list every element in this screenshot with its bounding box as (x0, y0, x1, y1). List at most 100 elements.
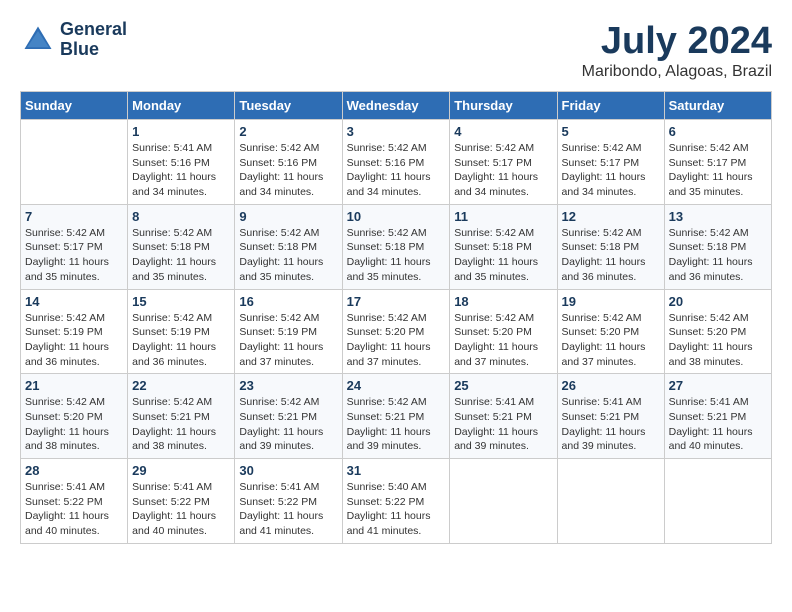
column-header-saturday: Saturday (664, 92, 771, 120)
day-number: 15 (132, 294, 230, 309)
day-info: Sunrise: 5:42 AM Sunset: 5:21 PM Dayligh… (239, 395, 337, 454)
calendar-cell: 26Sunrise: 5:41 AM Sunset: 5:21 PM Dayli… (557, 374, 664, 459)
day-info: Sunrise: 5:40 AM Sunset: 5:22 PM Dayligh… (347, 480, 446, 539)
calendar-week-2: 7Sunrise: 5:42 AM Sunset: 5:17 PM Daylig… (21, 204, 772, 289)
calendar-cell: 20 Sunrise: 5:42 AM Sunset: 5:20 PM Dayli… (664, 289, 771, 374)
day-info: Sunrise: 5:42 AM Sunset: 5:17 PM Dayligh… (562, 141, 660, 200)
calendar-cell: 13 Sunrise: 5:42 AM Sunset: 5:18 PM Dayli… (664, 204, 771, 289)
calendar-week-3: 14 Sunrise: 5:42 AM Sunset: 5:19 PM Dayli… (21, 289, 772, 374)
day-info: Sunrise: 5:42 AM Sunset: 5:18 PM Dayligh… (239, 226, 337, 285)
column-header-friday: Friday (557, 92, 664, 120)
calendar-cell: 30Sunrise: 5:41 AM Sunset: 5:22 PM Dayli… (235, 459, 342, 544)
calendar-week-1: 1 Sunrise: 5:41 AM Sunset: 5:16 PM Daylig… (21, 120, 772, 205)
calendar-cell: 11 Sunrise: 5:42 AM Sunset: 5:18 PM Dayli… (450, 204, 557, 289)
subtitle: Maribondo, Alagoas, Brazil (582, 63, 772, 81)
calendar-cell: 21 Sunrise: 5:42 AM Sunset: 5:20 PM Dayli… (21, 374, 128, 459)
day-info: Sunrise: 5:42 AM Sunset: 5:19 PM Dayligh… (239, 311, 337, 370)
column-header-thursday: Thursday (450, 92, 557, 120)
day-number: 21 (25, 378, 123, 393)
day-info: Sunrise: 5:42 AM Sunset: 5:18 PM Dayligh… (562, 226, 660, 285)
calendar-cell (450, 459, 557, 544)
day-info: Sunrise: 5:42 AM Sunset: 5:20 PM Dayligh… (454, 311, 552, 370)
day-info: Sunrise: 5:42 AM Sunset: 5:16 PM Dayligh… (347, 141, 446, 200)
day-number: 12 (562, 209, 660, 224)
day-number: 28 (25, 463, 123, 478)
day-info: Sunrise: 5:42 AM Sunset: 5:18 PM Dayligh… (132, 226, 230, 285)
title-block: July 2024 Maribondo, Alagoas, Brazil (582, 20, 772, 81)
day-info: Sunrise: 5:42 AM Sunset: 5:20 PM Dayligh… (347, 311, 446, 370)
day-number: 29 (132, 463, 230, 478)
day-info: Sunrise: 5:42 AM Sunset: 5:21 PM Dayligh… (347, 395, 446, 454)
calendar-cell: 12 Sunrise: 5:42 AM Sunset: 5:18 PM Dayli… (557, 204, 664, 289)
day-number: 6 (669, 124, 767, 139)
column-header-wednesday: Wednesday (342, 92, 450, 120)
day-number: 17 (347, 294, 446, 309)
calendar-cell: 14 Sunrise: 5:42 AM Sunset: 5:19 PM Dayli… (21, 289, 128, 374)
main-title: July 2024 (582, 20, 772, 63)
calendar-cell: 4 Sunrise: 5:42 AM Sunset: 5:17 PM Daylig… (450, 120, 557, 205)
logo-text: General Blue (60, 20, 127, 60)
calendar-cell: 19 Sunrise: 5:42 AM Sunset: 5:20 PM Dayli… (557, 289, 664, 374)
calendar-cell: 25 Sunrise: 5:41 AM Sunset: 5:21 PM Dayli… (450, 374, 557, 459)
day-number: 5 (562, 124, 660, 139)
calendar-cell: 27Sunrise: 5:41 AM Sunset: 5:21 PM Dayli… (664, 374, 771, 459)
day-number: 22 (132, 378, 230, 393)
day-info: Sunrise: 5:42 AM Sunset: 5:20 PM Dayligh… (25, 395, 123, 454)
day-info: Sunrise: 5:42 AM Sunset: 5:18 PM Dayligh… (454, 226, 552, 285)
day-info: Sunrise: 5:41 AM Sunset: 5:21 PM Dayligh… (454, 395, 552, 454)
column-header-tuesday: Tuesday (235, 92, 342, 120)
day-number: 4 (454, 124, 552, 139)
day-number: 30 (239, 463, 337, 478)
calendar-cell: 1 Sunrise: 5:41 AM Sunset: 5:16 PM Daylig… (128, 120, 235, 205)
calendar-cell: 9 Sunrise: 5:42 AM Sunset: 5:18 PM Daylig… (235, 204, 342, 289)
day-number: 11 (454, 209, 552, 224)
calendar-week-4: 21 Sunrise: 5:42 AM Sunset: 5:20 PM Dayli… (21, 374, 772, 459)
logo-icon (20, 22, 56, 58)
calendar-cell: 31 Sunrise: 5:40 AM Sunset: 5:22 PM Dayli… (342, 459, 450, 544)
calendar-cell: 16Sunrise: 5:42 AM Sunset: 5:19 PM Dayli… (235, 289, 342, 374)
day-info: Sunrise: 5:42 AM Sunset: 5:21 PM Dayligh… (132, 395, 230, 454)
day-info: Sunrise: 5:42 AM Sunset: 5:16 PM Dayligh… (239, 141, 337, 200)
day-info: Sunrise: 5:41 AM Sunset: 5:22 PM Dayligh… (132, 480, 230, 539)
day-number: 1 (132, 124, 230, 139)
calendar-week-5: 28 Sunrise: 5:41 AM Sunset: 5:22 PM Dayli… (21, 459, 772, 544)
day-number: 23 (239, 378, 337, 393)
day-info: Sunrise: 5:42 AM Sunset: 5:17 PM Dayligh… (669, 141, 767, 200)
column-header-monday: Monday (128, 92, 235, 120)
day-number: 10 (347, 209, 446, 224)
day-info: Sunrise: 5:42 AM Sunset: 5:17 PM Dayligh… (454, 141, 552, 200)
day-number: 27 (669, 378, 767, 393)
day-number: 13 (669, 209, 767, 224)
calendar-cell (21, 120, 128, 205)
logo: General Blue (20, 20, 127, 60)
day-number: 20 (669, 294, 767, 309)
calendar-cell: 28 Sunrise: 5:41 AM Sunset: 5:22 PM Dayli… (21, 459, 128, 544)
calendar-cell: 8Sunrise: 5:42 AM Sunset: 5:18 PM Daylig… (128, 204, 235, 289)
day-info: Sunrise: 5:42 AM Sunset: 5:18 PM Dayligh… (669, 226, 767, 285)
calendar-cell: 23 Sunrise: 5:42 AM Sunset: 5:21 PM Dayli… (235, 374, 342, 459)
day-info: Sunrise: 5:42 AM Sunset: 5:20 PM Dayligh… (669, 311, 767, 370)
day-number: 7 (25, 209, 123, 224)
calendar-cell: 2 Sunrise: 5:42 AM Sunset: 5:16 PM Daylig… (235, 120, 342, 205)
day-number: 14 (25, 294, 123, 309)
calendar-cell: 24 Sunrise: 5:42 AM Sunset: 5:21 PM Dayli… (342, 374, 450, 459)
day-number: 9 (239, 209, 337, 224)
day-number: 31 (347, 463, 446, 478)
day-info: Sunrise: 5:42 AM Sunset: 5:18 PM Dayligh… (347, 226, 446, 285)
day-info: Sunrise: 5:42 AM Sunset: 5:19 PM Dayligh… (132, 311, 230, 370)
day-info: Sunrise: 5:41 AM Sunset: 5:22 PM Dayligh… (25, 480, 123, 539)
calendar-cell: 15 Sunrise: 5:42 AM Sunset: 5:19 PM Dayli… (128, 289, 235, 374)
day-number: 26 (562, 378, 660, 393)
calendar-cell: 3Sunrise: 5:42 AM Sunset: 5:16 PM Daylig… (342, 120, 450, 205)
calendar-cell: 5 Sunrise: 5:42 AM Sunset: 5:17 PM Daylig… (557, 120, 664, 205)
calendar-cell: 6 Sunrise: 5:42 AM Sunset: 5:17 PM Daylig… (664, 120, 771, 205)
calendar-cell: 17 Sunrise: 5:42 AM Sunset: 5:20 PM Dayli… (342, 289, 450, 374)
day-number: 2 (239, 124, 337, 139)
day-info: Sunrise: 5:41 AM Sunset: 5:16 PM Dayligh… (132, 141, 230, 200)
day-number: 24 (347, 378, 446, 393)
day-info: Sunrise: 5:42 AM Sunset: 5:20 PM Dayligh… (562, 311, 660, 370)
day-info: Sunrise: 5:42 AM Sunset: 5:19 PM Dayligh… (25, 311, 123, 370)
day-number: 25 (454, 378, 552, 393)
column-header-sunday: Sunday (21, 92, 128, 120)
day-number: 19 (562, 294, 660, 309)
